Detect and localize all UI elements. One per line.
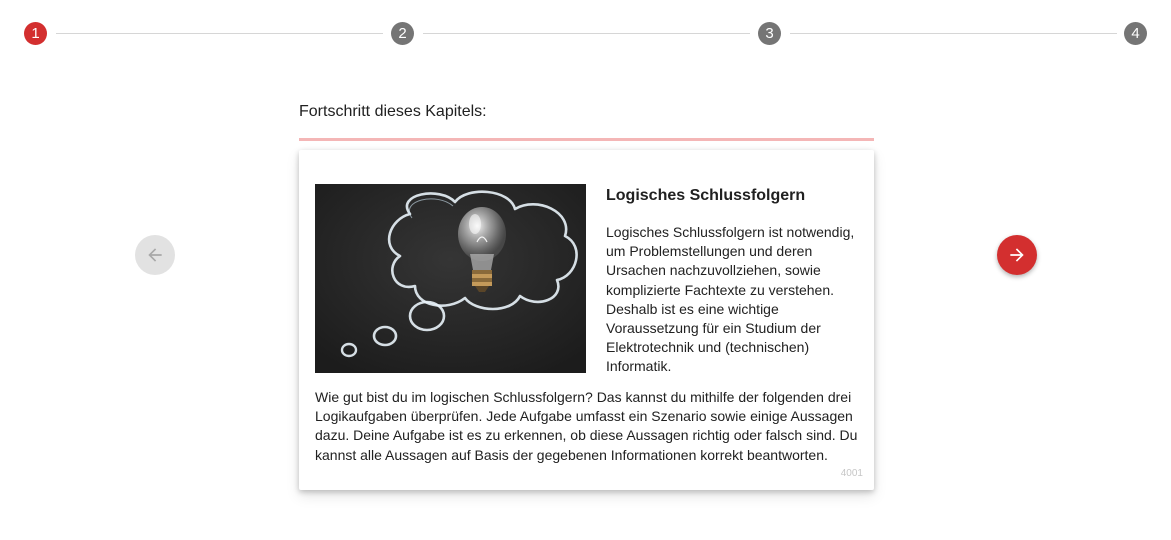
arrow-right-icon xyxy=(1010,248,1024,262)
step-4-label: 4 xyxy=(1131,25,1140,42)
card-title: Logisches Schlussfolgern xyxy=(606,187,806,204)
content-card: Logisches Schlussfolgern Logisches Schlu… xyxy=(299,150,874,490)
card-body-text: Wie gut bist du im logischen Schlussfolg… xyxy=(315,389,858,463)
step-1[interactable]: 1 xyxy=(24,22,47,45)
next-button[interactable] xyxy=(997,235,1037,275)
chapter-progress-label: Fortschritt dieses Kapitels: xyxy=(299,103,487,120)
stepper-connector xyxy=(790,33,1117,34)
card-id: 4001 xyxy=(840,468,863,479)
chalkboard-illustration xyxy=(315,184,586,373)
step-3[interactable]: 3 xyxy=(758,22,781,45)
arrow-left-icon xyxy=(148,248,162,262)
step-3-label: 3 xyxy=(765,25,774,42)
stepper-connector xyxy=(56,33,383,34)
stepper-connector xyxy=(423,33,750,34)
card-description: Logisches Schlussfolgern ist notwendig, … xyxy=(606,224,855,375)
step-4[interactable]: 4 xyxy=(1124,22,1147,45)
chapter-stepper: 1 2 3 4 xyxy=(0,0,1171,70)
step-2[interactable]: 2 xyxy=(391,22,414,45)
step-2-label: 2 xyxy=(398,25,407,42)
step-1-label: 1 xyxy=(31,25,40,42)
page: 1 2 3 4 Fortschritt dieses Kapitels: Log… xyxy=(0,0,1171,540)
lightbulb-thought-bubble-image xyxy=(315,184,586,373)
previous-button[interactable] xyxy=(135,235,175,275)
chapter-progress-bar xyxy=(299,138,874,141)
